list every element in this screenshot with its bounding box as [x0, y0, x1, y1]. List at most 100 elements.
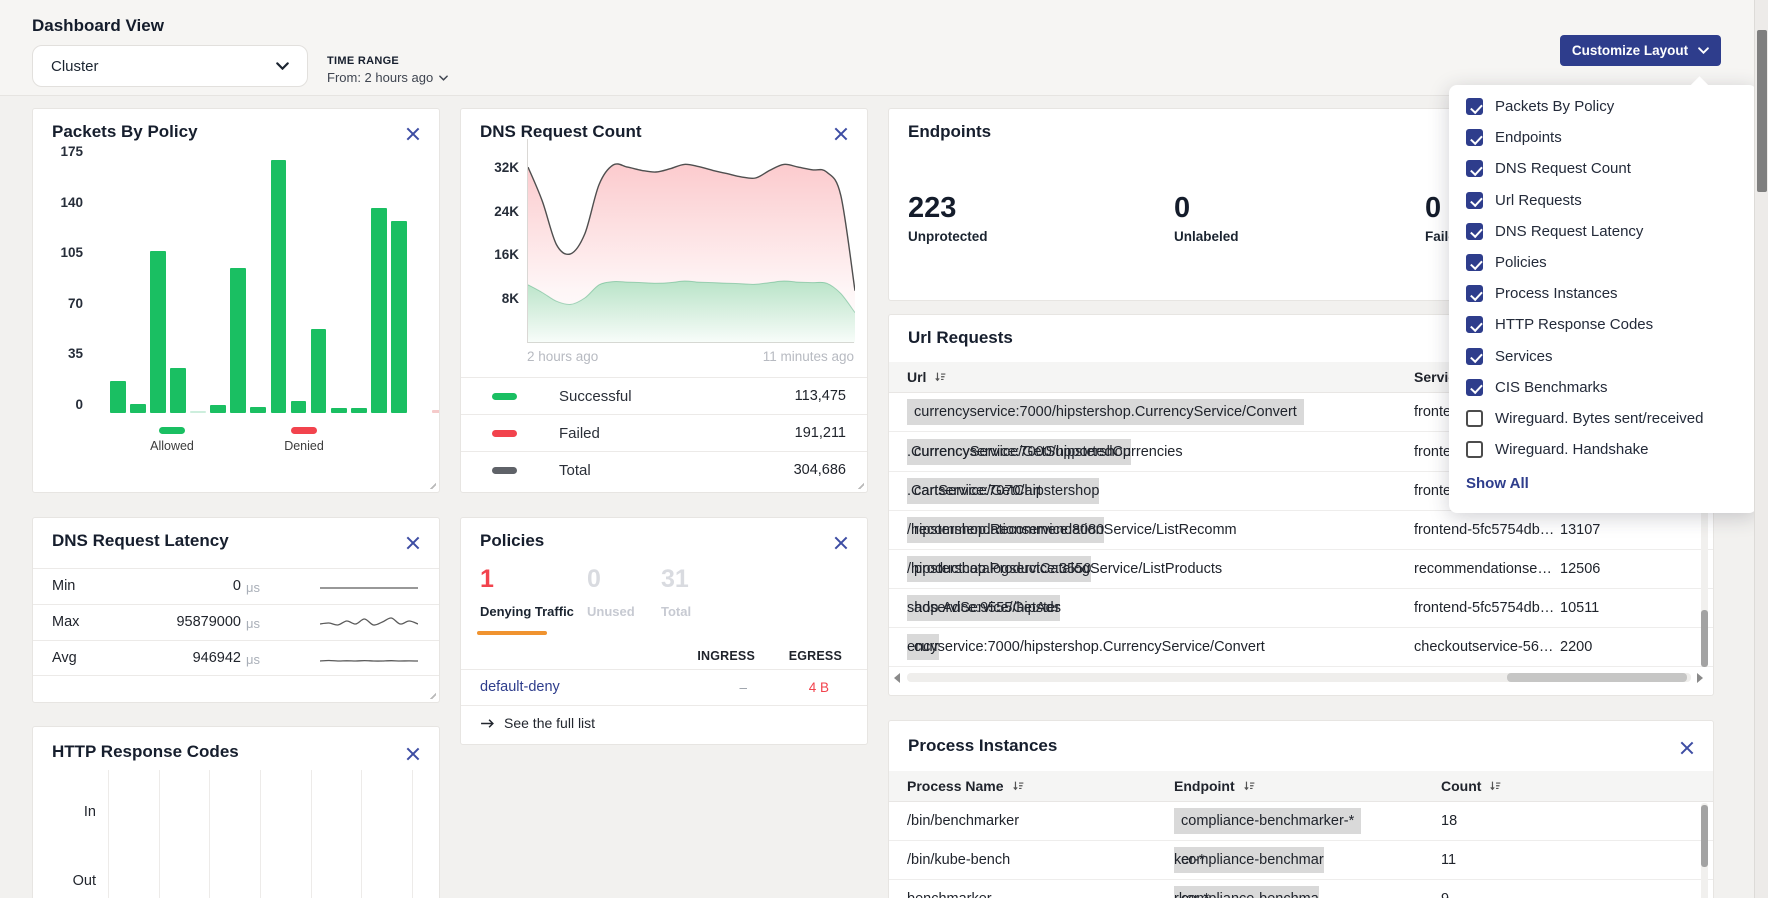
card-dns-request-latency: DNS Request Latency Min0μsMax95879000μsA… — [32, 517, 440, 703]
chevron-down-icon — [1698, 47, 1709, 54]
legend-value: 191,211 — [795, 425, 846, 441]
menu-item-label: HTTP Response Codes — [1495, 316, 1653, 333]
close-icon[interactable] — [405, 535, 421, 551]
policy-link[interactable]: default-deny — [480, 679, 560, 695]
arrow-right-icon — [480, 718, 495, 729]
legend-label: Successful — [559, 388, 632, 405]
sparkline — [320, 576, 418, 603]
legend-value: 113,475 — [795, 388, 846, 404]
menu-item-label: CIS Benchmarks — [1495, 379, 1608, 396]
count-cell: 12506 — [1560, 561, 1600, 577]
menu-item-label: Endpoints — [1495, 129, 1562, 146]
card-title: Url Requests — [908, 328, 1013, 348]
checkbox-checked-icon[interactable] — [1466, 98, 1483, 115]
menu-item-dns-request-count[interactable]: DNS Request Count — [1466, 153, 1757, 184]
service-cell: frontend-5fc5754db… — [1414, 600, 1554, 616]
policy-stat-total[interactable]: 31Total — [661, 564, 691, 619]
resize-handle[interactable] — [427, 690, 436, 699]
checkbox-checked-icon[interactable] — [1466, 129, 1483, 146]
page-title: Dashboard View — [32, 16, 164, 36]
see-full-list-link[interactable]: See the full list — [480, 715, 595, 731]
checkbox-checked-icon[interactable] — [1466, 316, 1483, 333]
scrollbar-thumb[interactable] — [1701, 805, 1708, 867]
bar-denied — [432, 410, 439, 413]
menu-item-services[interactable]: Services — [1466, 341, 1757, 372]
card-packets-by-policy: Packets By Policy 17514010570350 Allowed… — [32, 108, 440, 493]
latency-label: Min — [52, 578, 75, 594]
chart-row-label-in: In — [53, 804, 96, 820]
bar-allowed — [210, 405, 226, 412]
column-header-process-name[interactable]: Process Name — [907, 771, 1025, 801]
policy-stat-unused[interactable]: 0Unused — [587, 564, 635, 619]
latency-unit: μs — [246, 652, 260, 667]
customize-layout-button[interactable]: Customize Layout — [1560, 35, 1721, 66]
menu-item-wireguard-bytes-sent-received[interactable]: Wireguard. Bytes sent/received — [1466, 403, 1757, 434]
vertical-scrollbar[interactable] — [1701, 803, 1708, 898]
menu-item-http-response-codes[interactable]: HTTP Response Codes — [1466, 309, 1757, 340]
column-header-label: Url — [907, 369, 926, 385]
count-cell: 10511 — [1560, 600, 1599, 616]
policy-stat-denying-traffic[interactable]: 1Denying Traffic — [480, 564, 574, 619]
table-row: default-deny – 4 B — [461, 669, 867, 706]
checkbox-unchecked-icon[interactable] — [1466, 441, 1483, 458]
menu-item-url-requests[interactable]: Url Requests — [1466, 185, 1757, 216]
menu-item-wireguard-handshake[interactable]: Wireguard. Handshake — [1466, 434, 1757, 465]
checkbox-checked-icon[interactable] — [1466, 223, 1483, 240]
count-cell: 13107 — [1560, 522, 1600, 538]
stat-label: Unused — [587, 604, 635, 619]
column-header-count[interactable]: Count — [1441, 771, 1502, 801]
menu-item-cis-benchmarks[interactable]: CIS Benchmarks — [1466, 372, 1757, 403]
checkbox-checked-icon[interactable] — [1466, 285, 1483, 302]
latency-row-avg: Avg946942μs — [33, 640, 439, 676]
menu-item-process-instances[interactable]: Process Instances — [1466, 278, 1757, 309]
menu-item-dns-request-latency[interactable]: DNS Request Latency — [1466, 216, 1757, 247]
customize-layout-label: Customize Layout — [1572, 43, 1688, 58]
card-process-instances: Process Instances Process Name Endpoint … — [888, 720, 1714, 898]
column-header-endpoint[interactable]: Endpoint — [1174, 771, 1256, 801]
checkbox-checked-icon[interactable] — [1466, 160, 1483, 177]
close-icon[interactable] — [833, 535, 849, 551]
legend-label-allowed: Allowed — [129, 439, 215, 453]
scroll-right-icon[interactable] — [1697, 673, 1703, 683]
sort-icon — [1489, 780, 1502, 793]
checkbox-checked-icon[interactable] — [1466, 379, 1483, 396]
chevron-down-icon — [276, 62, 289, 70]
latency-unit: μs — [246, 616, 260, 631]
scrollbar-thumb[interactable] — [1507, 673, 1687, 682]
column-header-url[interactable]: Url — [907, 362, 947, 392]
menu-item-endpoints[interactable]: Endpoints — [1466, 122, 1757, 153]
legend-label: Failed — [559, 425, 600, 442]
legend-row-failed: Failed 191,211 — [461, 414, 867, 451]
scroll-left-icon[interactable] — [894, 673, 900, 683]
checkbox-unchecked-icon[interactable] — [1466, 410, 1483, 427]
bar-chart — [33, 109, 439, 492]
card-title: DNS Request Latency — [52, 531, 229, 551]
menu-item-policies[interactable]: Policies — [1466, 247, 1757, 278]
sort-icon — [1012, 780, 1025, 793]
close-icon[interactable] — [1679, 740, 1695, 756]
menu-item-packets-by-policy[interactable]: Packets By Policy — [1466, 91, 1757, 122]
scrollbar-thumb[interactable] — [1757, 30, 1767, 192]
menu-item-label: Url Requests — [1495, 192, 1582, 209]
horizontal-scrollbar[interactable] — [889, 672, 1713, 684]
latency-row-min: Min0μs — [33, 568, 439, 604]
menu-item-label: Policies — [1495, 254, 1547, 271]
time-range-value[interactable]: From: 2 hours ago — [327, 70, 448, 85]
page-scrollbar[interactable] — [1754, 0, 1768, 898]
show-all-link[interactable]: Show All — [1466, 475, 1529, 492]
stat-value: 1 — [480, 564, 574, 594]
column-header-label: Count — [1441, 778, 1481, 794]
bar-allowed — [150, 251, 166, 413]
checkbox-checked-icon[interactable] — [1466, 348, 1483, 365]
checkbox-checked-icon[interactable] — [1466, 192, 1483, 209]
scrollbar-thumb[interactable] — [1701, 610, 1708, 667]
count-cell: 2200 — [1560, 639, 1592, 655]
customize-layout-menu: Packets By Policy Endpoints DNS Request Co… — [1449, 85, 1757, 513]
view-selector[interactable]: Cluster — [32, 45, 308, 87]
legend-label-denied: Denied — [261, 439, 347, 453]
latency-value: 946942 — [93, 650, 241, 666]
x-axis-left-label: 2 hours ago — [527, 349, 598, 364]
see-full-list-label: See the full list — [504, 715, 595, 731]
sparkline — [320, 612, 418, 639]
checkbox-checked-icon[interactable] — [1466, 254, 1483, 271]
